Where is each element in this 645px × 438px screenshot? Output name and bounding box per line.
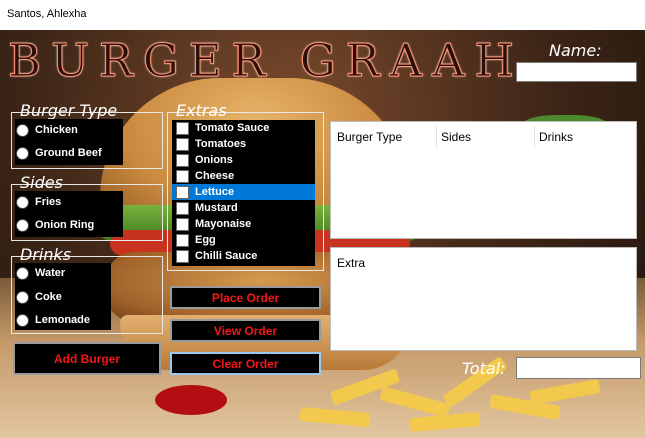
extra-item-egg[interactable]: Egg xyxy=(172,232,315,248)
extra-panel-label: Extra xyxy=(337,256,366,270)
radio-button[interactable] xyxy=(16,290,29,304)
extras-checklist[interactable]: Tomato Sauce Tomatoes Onions Cheese Lett… xyxy=(172,120,315,266)
checkbox[interactable] xyxy=(176,201,189,215)
extra-item-tomato-sauce[interactable]: Tomato Sauce xyxy=(172,120,315,136)
extra-label: Onions xyxy=(195,154,233,166)
radio-button[interactable] xyxy=(16,313,29,327)
sides-group: Sides Fries Onion Ring xyxy=(11,174,163,241)
column-header-sides[interactable]: Sides xyxy=(441,130,471,144)
radio-lemonade[interactable]: Lemonade xyxy=(16,311,90,329)
app-logo: BURGER GRAAH xyxy=(8,34,524,87)
radio-fries[interactable]: Fries xyxy=(16,193,61,211)
column-divider xyxy=(436,126,437,148)
extra-label: Chilli Sauce xyxy=(195,250,258,262)
window-titlebar: Santos, Ahlexha xyxy=(0,0,645,30)
radio-coke[interactable]: Coke xyxy=(16,288,62,306)
column-header-drinks[interactable]: Drinks xyxy=(539,130,573,144)
checkbox[interactable] xyxy=(176,153,189,167)
burger-type-legend: Burger Type xyxy=(20,101,118,120)
drinks-group: Drinks Water Coke Lemonade xyxy=(11,246,163,334)
radio-onion-ring[interactable]: Onion Ring xyxy=(16,216,94,234)
extra-list-view[interactable]: Extra xyxy=(330,247,637,351)
radio-button[interactable] xyxy=(16,146,29,160)
extra-label: Egg xyxy=(195,234,216,246)
extra-label: Lettuce xyxy=(195,186,235,198)
extra-label: Cheese xyxy=(195,170,235,182)
radio-label: Coke xyxy=(35,291,62,303)
name-label: Name: xyxy=(549,41,602,60)
drinks-legend: Drinks xyxy=(20,245,72,264)
extra-item-onions[interactable]: Onions xyxy=(172,152,315,168)
extra-label: Mustard xyxy=(195,202,238,214)
sides-legend: Sides xyxy=(20,173,63,192)
radio-label: Onion Ring xyxy=(35,219,95,231)
checkbox[interactable] xyxy=(176,169,189,183)
extra-item-lettuce[interactable]: Lettuce xyxy=(172,184,315,200)
extras-legend: Extras xyxy=(176,101,227,120)
extra-item-chilli-sauce[interactable]: Chilli Sauce xyxy=(172,248,315,264)
extra-item-mustard[interactable]: Mustard xyxy=(172,200,315,216)
radio-water[interactable]: Water xyxy=(16,264,65,282)
radio-button[interactable] xyxy=(16,266,29,280)
extra-label: Tomatoes xyxy=(195,138,247,150)
checkbox[interactable] xyxy=(176,233,189,247)
extra-item-tomatoes[interactable]: Tomatoes xyxy=(172,136,315,152)
radio-label: Ground Beef xyxy=(35,147,102,159)
column-header-burger-type[interactable]: Burger Type xyxy=(337,130,402,144)
window-title: Santos, Ahlexha xyxy=(7,8,87,20)
burger-type-group: Burger Type Chicken Ground Beef xyxy=(11,102,163,169)
total-label: Total: xyxy=(462,359,506,378)
checkbox[interactable] xyxy=(176,121,189,135)
name-input[interactable] xyxy=(516,62,637,82)
radio-chicken[interactable]: Chicken xyxy=(16,121,78,139)
radio-label: Water xyxy=(35,267,66,279)
extra-item-mayonaise[interactable]: Mayonaise xyxy=(172,216,315,232)
radio-label: Fries xyxy=(35,196,62,208)
clear-order-button[interactable]: Clear Order xyxy=(170,352,321,375)
order-list-view[interactable]: Burger Type Sides Drinks xyxy=(330,121,637,239)
radio-button[interactable] xyxy=(16,195,29,209)
total-input[interactable] xyxy=(516,357,641,379)
radio-button[interactable] xyxy=(16,218,29,232)
radio-label: Chicken xyxy=(35,124,78,136)
extra-item-cheese[interactable]: Cheese xyxy=(172,168,315,184)
column-divider xyxy=(534,126,535,148)
checkbox[interactable] xyxy=(176,185,189,199)
checkbox[interactable] xyxy=(176,217,189,231)
checkbox[interactable] xyxy=(176,137,189,151)
view-order-button[interactable]: View Order xyxy=(170,319,321,342)
extra-label: Mayonaise xyxy=(195,218,252,230)
radio-ground-beef[interactable]: Ground Beef xyxy=(16,144,102,162)
checkbox[interactable] xyxy=(176,249,189,263)
radio-button[interactable] xyxy=(16,123,29,137)
radio-label: Lemonade xyxy=(35,314,91,326)
add-burger-button[interactable]: Add Burger xyxy=(13,342,161,375)
place-order-button[interactable]: Place Order xyxy=(170,286,321,309)
extra-label: Tomato Sauce xyxy=(195,122,270,134)
